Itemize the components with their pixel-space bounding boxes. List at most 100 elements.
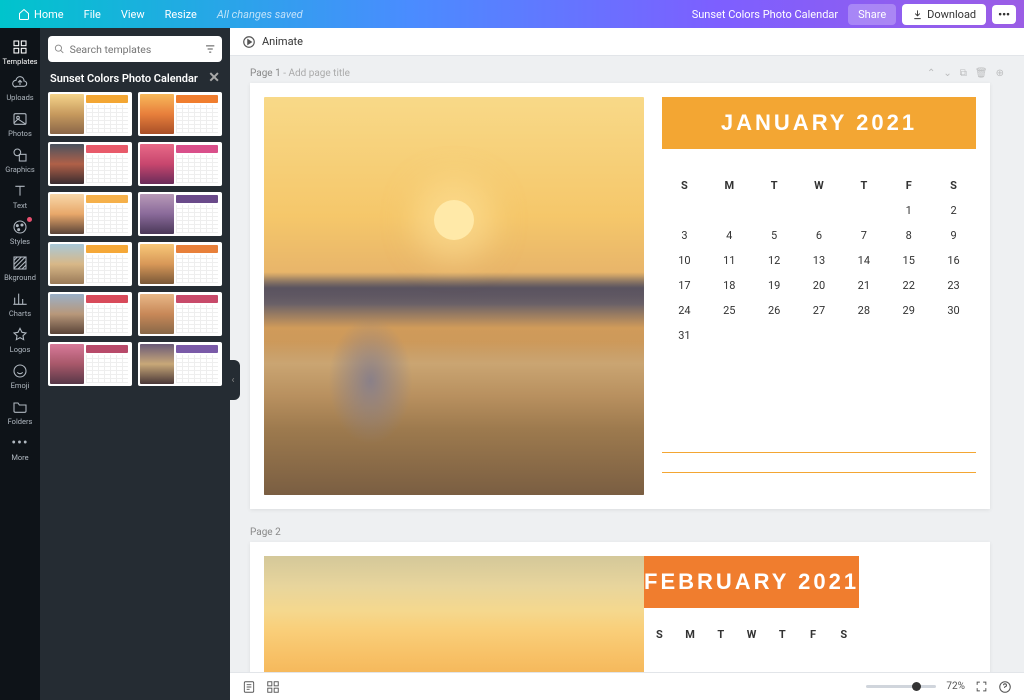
calendar-photo-january[interactable] bbox=[264, 97, 644, 495]
template-thumb-10[interactable] bbox=[138, 292, 222, 336]
day-cell[interactable]: 12 bbox=[752, 254, 797, 267]
day-cell[interactable] bbox=[707, 329, 752, 342]
help-icon[interactable] bbox=[998, 680, 1012, 694]
day-cell[interactable]: 25 bbox=[707, 304, 752, 317]
day-cell[interactable]: 26 bbox=[752, 304, 797, 317]
template-thumb-3[interactable] bbox=[48, 142, 132, 186]
day-cell[interactable] bbox=[707, 204, 752, 217]
day-cell[interactable]: 24 bbox=[662, 304, 707, 317]
add-page-icon[interactable]: ⊕ bbox=[996, 68, 1004, 79]
view-menu[interactable]: View bbox=[111, 8, 155, 21]
day-cell[interactable] bbox=[662, 204, 707, 217]
more-button[interactable]: ••• bbox=[992, 5, 1016, 24]
fullscreen-icon[interactable] bbox=[975, 680, 988, 693]
grid-view-icon[interactable] bbox=[266, 680, 280, 694]
day-cell[interactable] bbox=[797, 204, 842, 217]
day-cell[interactable]: 8 bbox=[886, 229, 931, 242]
day-cell[interactable]: 5 bbox=[752, 229, 797, 242]
rail-graphics[interactable]: Graphics bbox=[0, 142, 40, 178]
rail-emoji[interactable]: Emoji bbox=[0, 358, 40, 394]
month-banner-january[interactable]: JANUARY 2021 bbox=[662, 97, 976, 149]
day-cell[interactable]: 30 bbox=[931, 304, 976, 317]
day-cell[interactable] bbox=[752, 329, 797, 342]
document-title[interactable]: Sunset Colors Photo Calendar bbox=[692, 8, 838, 21]
template-thumb-9[interactable] bbox=[48, 292, 132, 336]
search-templates-input[interactable] bbox=[48, 36, 222, 62]
day-cell[interactable]: 13 bbox=[797, 254, 842, 267]
day-cell[interactable] bbox=[931, 329, 976, 342]
animate-button[interactable]: Animate bbox=[262, 35, 303, 48]
close-panel-button[interactable]: ✕ bbox=[208, 70, 220, 86]
canvas-scroll[interactable]: Page 1 - Add page title ⌃ ⌄ ⧉ 🗑 ⊕ JANUAR… bbox=[230, 56, 1024, 672]
day-cell[interactable]: 10 bbox=[662, 254, 707, 267]
notes-icon[interactable] bbox=[242, 680, 256, 694]
calendar-photo-february[interactable] bbox=[264, 556, 644, 672]
day-cell[interactable]: 19 bbox=[752, 279, 797, 292]
day-cell[interactable]: 15 bbox=[886, 254, 931, 267]
page-down-icon[interactable]: ⌄ bbox=[943, 68, 951, 79]
page-up-icon[interactable]: ⌃ bbox=[927, 68, 935, 79]
rail-folders[interactable]: Folders bbox=[0, 394, 40, 430]
day-cell[interactable]: 17 bbox=[662, 279, 707, 292]
day-cell[interactable] bbox=[841, 329, 886, 342]
day-cell[interactable] bbox=[841, 204, 886, 217]
delete-page-icon[interactable]: 🗑 bbox=[975, 68, 988, 79]
day-cell[interactable]: 4 bbox=[707, 229, 752, 242]
day-cell[interactable]: 3 bbox=[662, 229, 707, 242]
day-cell[interactable] bbox=[886, 329, 931, 342]
day-cell[interactable]: 6 bbox=[797, 229, 842, 242]
template-thumb-7[interactable] bbox=[48, 242, 132, 286]
download-button[interactable]: Download bbox=[902, 4, 986, 25]
template-thumb-5[interactable] bbox=[48, 192, 132, 236]
day-cell[interactable]: 21 bbox=[841, 279, 886, 292]
template-thumb-8[interactable] bbox=[138, 242, 222, 286]
day-cell[interactable]: 14 bbox=[841, 254, 886, 267]
day-cell[interactable]: 2 bbox=[931, 204, 976, 217]
rail-uploads[interactable]: Uploads bbox=[0, 70, 40, 106]
rail-logos[interactable]: Logos bbox=[0, 322, 40, 358]
page-2[interactable]: FEBRUARY 2021 SMTWTFS bbox=[250, 542, 990, 672]
rail-styles[interactable]: Styles bbox=[0, 214, 40, 250]
rail-text[interactable]: Text bbox=[0, 178, 40, 214]
month-banner-february[interactable]: FEBRUARY 2021 bbox=[644, 556, 859, 608]
day-cell[interactable]: 27 bbox=[797, 304, 842, 317]
day-cell[interactable]: 23 bbox=[931, 279, 976, 292]
share-button[interactable]: Share bbox=[848, 4, 896, 25]
filter-icon[interactable] bbox=[204, 42, 216, 56]
day-cell[interactable] bbox=[797, 329, 842, 342]
notes-lines[interactable] bbox=[662, 433, 976, 473]
day-cell[interactable]: 16 bbox=[931, 254, 976, 267]
day-cell[interactable]: 22 bbox=[886, 279, 931, 292]
home-menu[interactable]: Home bbox=[8, 8, 74, 21]
template-thumb-4[interactable] bbox=[138, 142, 222, 186]
template-thumb-6[interactable] bbox=[138, 192, 222, 236]
calendar-grid-february[interactable]: SMTWTFS bbox=[644, 628, 859, 641]
day-cell[interactable]: 20 bbox=[797, 279, 842, 292]
day-cell[interactable]: 28 bbox=[841, 304, 886, 317]
rail-templates[interactable]: Templates bbox=[0, 34, 40, 70]
day-cell[interactable] bbox=[752, 204, 797, 217]
zoom-value[interactable]: 72% bbox=[946, 681, 965, 692]
zoom-slider[interactable] bbox=[866, 685, 936, 688]
collapse-panel-button[interactable]: ‹ bbox=[226, 360, 240, 400]
file-menu[interactable]: File bbox=[74, 8, 111, 21]
rail-photos[interactable]: Photos bbox=[0, 106, 40, 142]
day-cell[interactable]: 1 bbox=[886, 204, 931, 217]
page-1[interactable]: JANUARY 2021 SMTWTFS12345678910111213141… bbox=[250, 83, 990, 509]
template-thumb-2[interactable] bbox=[138, 92, 222, 136]
rail-charts[interactable]: Charts bbox=[0, 286, 40, 322]
template-thumb-11[interactable] bbox=[48, 342, 132, 386]
day-cell[interactable]: 9 bbox=[931, 229, 976, 242]
day-cell[interactable]: 11 bbox=[707, 254, 752, 267]
day-cell[interactable]: 31 bbox=[662, 329, 707, 342]
day-cell[interactable]: 7 bbox=[841, 229, 886, 242]
calendar-grid-january[interactable]: SMTWTFS123456789101112131415161718192021… bbox=[662, 179, 976, 342]
rail-more[interactable]: •••More bbox=[0, 430, 40, 466]
rail-background[interactable]: Bkground bbox=[0, 250, 40, 286]
duplicate-page-icon[interactable]: ⧉ bbox=[960, 68, 967, 79]
resize-menu[interactable]: Resize bbox=[155, 8, 207, 21]
day-cell[interactable]: 29 bbox=[886, 304, 931, 317]
page-title-placeholder[interactable]: - Add page title bbox=[283, 68, 350, 79]
day-cell[interactable]: 18 bbox=[707, 279, 752, 292]
template-thumb-12[interactable] bbox=[138, 342, 222, 386]
